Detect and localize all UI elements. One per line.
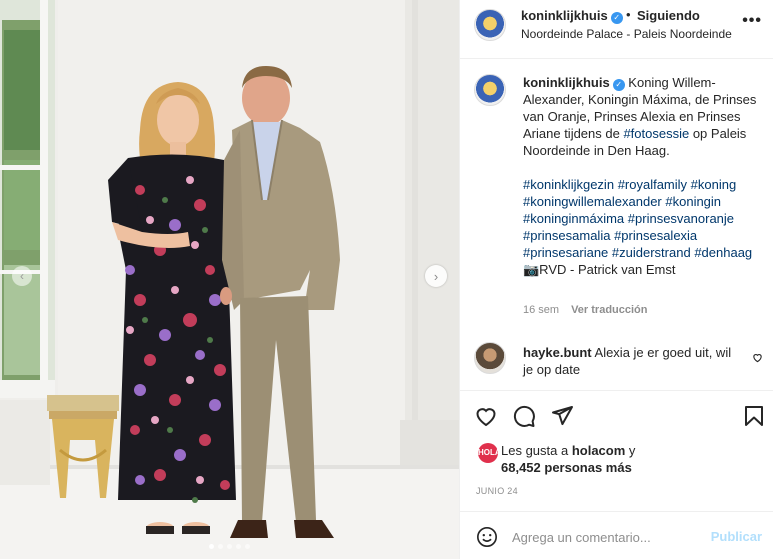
account-name[interactable]: koninklijkhuis bbox=[521, 8, 608, 23]
carousel-dot bbox=[245, 544, 250, 549]
heart-icon[interactable] bbox=[474, 404, 498, 428]
caption-text: koninklijkhuis ✓ Koning Willem-Alexander,… bbox=[523, 74, 759, 278]
comment-icon[interactable] bbox=[512, 404, 536, 428]
more-options-icon[interactable]: ••• bbox=[742, 12, 762, 30]
paper-plane-icon[interactable] bbox=[550, 404, 574, 428]
hashtag-link[interactable]: #prinsesamalia bbox=[523, 228, 610, 243]
carousel-dot bbox=[218, 544, 223, 549]
publish-button[interactable]: Publicar bbox=[711, 529, 762, 544]
verified-badge-icon: ✓ bbox=[612, 79, 625, 91]
photo-scene bbox=[0, 0, 459, 559]
avatar[interactable]: HOLA bbox=[478, 443, 501, 463]
hashtag-link[interactable]: #koninklijkgezin bbox=[523, 177, 614, 192]
account-name-link[interactable]: koninklijkhuis ✓ bbox=[521, 8, 623, 24]
chevron-left-icon: ‹ bbox=[20, 269, 24, 283]
carousel-dot bbox=[209, 544, 214, 549]
separator-bullet: • bbox=[626, 7, 631, 22]
likes-prefix: Les gusta a bbox=[501, 443, 572, 458]
carousel-next-button[interactable]: › bbox=[425, 265, 447, 287]
chevron-right-icon: › bbox=[433, 268, 439, 284]
post-photo[interactable]: ‹ › bbox=[0, 0, 459, 559]
carousel-dot bbox=[236, 544, 241, 549]
likes-suffix: y bbox=[625, 443, 636, 458]
add-comment-bar: Publicar bbox=[460, 511, 773, 559]
comment-like-heart-icon[interactable] bbox=[752, 352, 763, 363]
likes-summary: HOLA Les gusta a holacom y 68,452 person… bbox=[460, 438, 773, 478]
post-date: JUNIO 24 bbox=[476, 486, 518, 496]
post-header: koninklijkhuis ✓ • Siguiendo Noordeinde P… bbox=[460, 0, 773, 59]
hashtag-link[interactable]: #prinsesariane bbox=[523, 245, 608, 260]
verified-badge-icon: ✓ bbox=[610, 12, 623, 24]
comment-item: hayke.bunt Alexia je er goed uit, wil je… bbox=[460, 340, 773, 390]
hashtag-link[interactable]: #koningwillemalexander bbox=[523, 194, 662, 209]
see-translation-link[interactable]: Ver traducción bbox=[571, 304, 647, 316]
hashtag-link[interactable]: #koninginmáxima bbox=[523, 211, 624, 226]
hashtag-link[interactable]: #prinsesalexia bbox=[614, 228, 697, 243]
smiley-icon[interactable] bbox=[476, 526, 498, 548]
avatar[interactable] bbox=[474, 74, 506, 106]
caption-meta: 16 sem Ver traducción bbox=[523, 304, 648, 316]
post-side-panel: koninklijkhuis ✓ • Siguiendo Noordeinde P… bbox=[459, 0, 773, 559]
hashtag-link[interactable]: #royalfamily bbox=[618, 177, 687, 192]
action-bar bbox=[460, 390, 773, 438]
hashtag-link[interactable]: #fotosessie bbox=[623, 126, 689, 141]
location-link[interactable]: Noordeinde Palace - Paleis Noordeinde bbox=[521, 27, 732, 41]
hashtag-link[interactable]: #zuiderstrand bbox=[612, 245, 691, 260]
carousel-dots bbox=[0, 544, 459, 549]
hashtag-list: #koninklijkgezin #royalfamily #koning #k… bbox=[523, 176, 759, 261]
photo-credit: 📷RVD - Patrick van Emst bbox=[523, 262, 676, 277]
liker-username[interactable]: holacom bbox=[572, 443, 625, 458]
likes-count-link[interactable]: 68,452 personas más bbox=[501, 460, 632, 475]
likes-text: Les gusta a holacom y 68,452 personas má… bbox=[501, 442, 635, 476]
comment-input[interactable] bbox=[512, 526, 702, 548]
caption-account-name[interactable]: koninklijkhuis bbox=[523, 75, 610, 90]
following-button[interactable]: Siguiendo bbox=[637, 8, 700, 23]
hashtag-link[interactable]: #koning bbox=[691, 177, 737, 192]
hashtag-link[interactable]: #denhaag bbox=[694, 245, 752, 260]
comment-username[interactable]: hayke.bunt bbox=[523, 345, 592, 360]
post-age: 16 sem bbox=[523, 304, 560, 316]
bookmark-icon[interactable] bbox=[742, 404, 766, 428]
avatar[interactable] bbox=[474, 9, 506, 41]
avatar[interactable] bbox=[474, 342, 506, 374]
hashtag-link[interactable]: #koningin bbox=[665, 194, 721, 209]
hashtag-link[interactable]: #prinsesvanoranje bbox=[628, 211, 734, 226]
carousel-prev-button[interactable]: ‹ bbox=[12, 266, 32, 286]
comment-text: hayke.bunt Alexia je er goed uit, wil je… bbox=[523, 344, 743, 378]
carousel-dot bbox=[227, 544, 232, 549]
